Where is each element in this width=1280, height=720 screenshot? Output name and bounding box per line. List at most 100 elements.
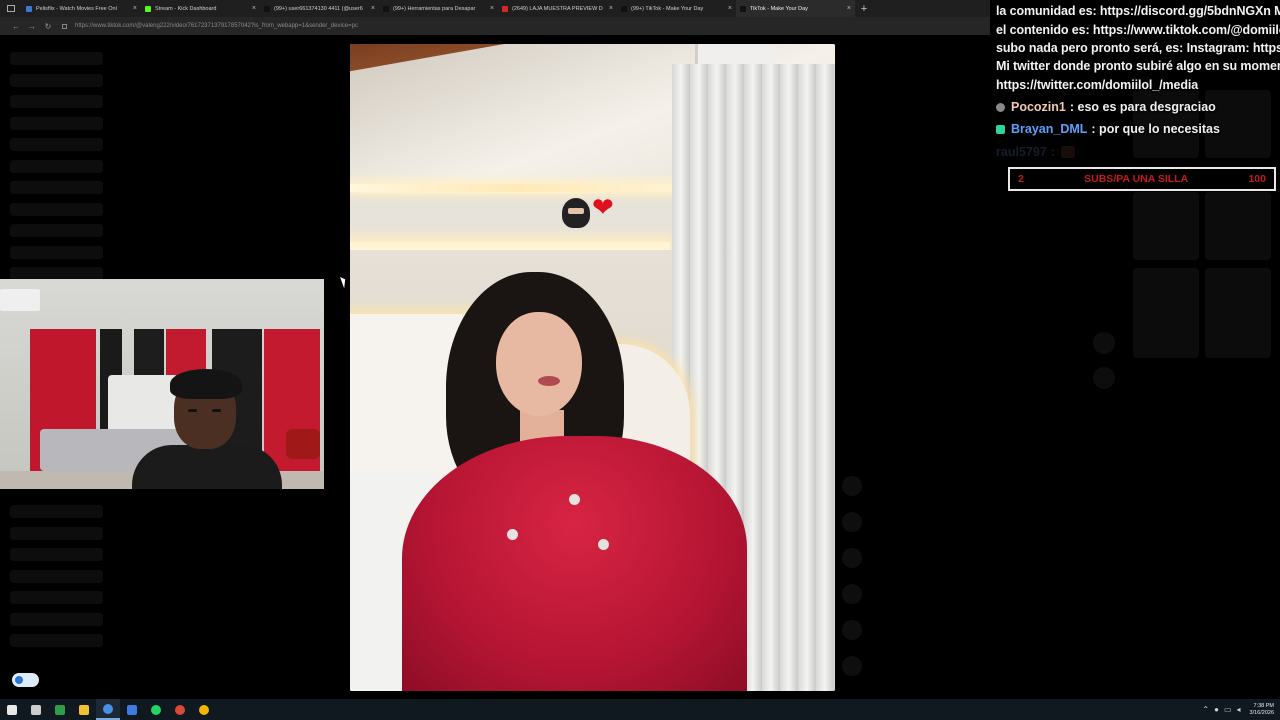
url-field[interactable]: https://www.tiktok.com/@valeng222/video/… — [62, 20, 990, 33]
skeleton-item — [10, 570, 103, 583]
chat-username[interactable]: Pocozin1 — [1011, 100, 1066, 114]
taskbar-file-explorer-icon[interactable] — [72, 699, 96, 720]
share-icon[interactable] — [842, 584, 862, 604]
browser-tab[interactable]: (99+) Herramientas para Desapar × — [379, 0, 498, 17]
address-bar-row: ← → ↻ https://www.tiktok.com/@valeng222/… — [0, 17, 990, 35]
chat-overlay: la comunidad es: https://discord.gg/5bdn… — [990, 0, 1280, 160]
browser-tab[interactable]: (99+) user661374130 4411 (@user6 × — [260, 0, 379, 17]
taskbar-windows-icon[interactable] — [0, 699, 24, 720]
tab-close-icon[interactable]: × — [728, 5, 732, 12]
chevron-up-icon[interactable]: ⌃ — [1202, 705, 1209, 714]
skeleton-avatar — [1093, 367, 1115, 389]
heart-emoji: ❤ — [592, 192, 614, 222]
bookmark-icon[interactable] — [842, 548, 862, 568]
skeleton-item — [10, 224, 103, 237]
tab-title: (99+) TikTok - Make Your Day — [631, 5, 704, 12]
reload-icon[interactable]: ↻ — [40, 22, 56, 31]
taskbar-search-icon[interactable] — [24, 699, 48, 720]
air-conditioner — [0, 289, 40, 311]
chat-username[interactable]: raul5797 — [996, 145, 1047, 159]
chat-username[interactable]: Brayan_DML — [1011, 122, 1087, 136]
more-icon[interactable] — [842, 656, 862, 676]
skeleton-item — [10, 246, 103, 259]
skeleton-item — [1205, 268, 1271, 358]
skeleton-item — [10, 203, 103, 216]
tab-favicon-icon — [26, 5, 32, 12]
chat-message: Brayan_DML : por que lo necesitas — [996, 122, 1220, 136]
like-icon[interactable] — [842, 476, 862, 496]
taskbar-media-icon[interactable] — [120, 699, 144, 720]
woman-lips — [538, 376, 560, 386]
tab-title: (99+) Herramientas para Desapar — [393, 5, 476, 12]
skeleton-item — [10, 74, 103, 87]
chat-text: : por que lo necesitas — [1091, 122, 1220, 136]
tab-title: Pelisflix - Watch Movies Free Onl — [36, 5, 117, 12]
skeleton-item — [10, 117, 103, 130]
skeleton-item — [10, 52, 103, 65]
tab-title: (2649) LAJA MUESTRA PREVIEW D — [512, 5, 603, 12]
skeleton-item — [10, 181, 103, 194]
skeleton-item — [10, 95, 103, 108]
taskbar-chrome-icon[interactable] — [96, 699, 120, 720]
skeleton-item — [1205, 192, 1271, 260]
music-icon[interactable] — [842, 620, 862, 640]
comment-icon[interactable] — [842, 512, 862, 532]
clock-date: 3/16/2026 — [1249, 709, 1274, 716]
tab-close-icon[interactable]: × — [252, 5, 256, 12]
chat-message: Pocozin1 : eso es para desgraciao — [996, 100, 1216, 114]
forward-icon[interactable]: → — [24, 22, 40, 31]
webcam-overlay — [0, 279, 324, 489]
back-icon[interactable]: ← — [8, 22, 24, 31]
tab-favicon-icon — [502, 5, 508, 12]
tab-close-icon[interactable]: × — [847, 5, 851, 12]
tab-close-icon[interactable]: × — [371, 5, 375, 12]
goal-target: 100 — [1248, 173, 1266, 185]
tab-close-icon[interactable]: × — [490, 5, 494, 12]
browser-tab[interactable]: Stream - Kick Dashboard × — [141, 0, 260, 17]
tab-actions-icon[interactable] — [0, 0, 22, 17]
browser-tab[interactable]: Pelisflix - Watch Movies Free Onl × — [22, 0, 141, 17]
screen: Pelisflix - Watch Movies Free Onl × Stream… — [0, 0, 1280, 720]
extension-toggle[interactable] — [12, 673, 39, 687]
clock-time: 7:38 PM — [1253, 702, 1274, 709]
streamer — [132, 369, 282, 489]
jacket-button — [598, 539, 609, 550]
toggle-knob-icon — [15, 676, 23, 684]
ninja-emoji — [562, 198, 590, 228]
clock[interactable]: 7:38 PM 3/16/2026 — [1250, 703, 1274, 717]
tab-favicon-icon — [740, 5, 746, 12]
browser-tab[interactable]: TikTok - Make Your Day × — [736, 0, 855, 17]
skeleton-item — [10, 138, 103, 151]
tiktok-video[interactable]: ❤ — [350, 44, 835, 691]
url-text: https://www.tiktok.com/@valeng222/video/… — [75, 23, 358, 29]
skeleton-item — [1133, 192, 1199, 260]
skeleton-item — [10, 591, 103, 604]
browser-tab[interactable]: (2649) LAJA MUESTRA PREVIEW D × — [498, 0, 617, 17]
tab-title: (99+) user661374130 4411 (@user6 — [274, 5, 363, 12]
tab-title: TikTok - Make Your Day — [750, 5, 808, 12]
taskbar-terminal-icon[interactable] — [48, 699, 72, 720]
browser-tab[interactable]: (99+) TikTok - Make Your Day × — [617, 0, 736, 17]
skeleton-item — [10, 505, 103, 518]
tab-close-icon[interactable]: × — [609, 5, 613, 12]
speaker-icon[interactable]: ◂ — [1237, 705, 1241, 714]
tab-favicon-icon — [383, 5, 389, 12]
taskbar-chrome-2-icon[interactable] — [192, 699, 216, 720]
skeleton-item — [10, 613, 103, 626]
chat-info-line: el contenido es: https://www.tiktok.com/… — [996, 23, 1280, 37]
chat-info-line: la comunidad es: https://discord.gg/5bdn… — [996, 4, 1280, 18]
tab-favicon-icon — [621, 5, 627, 12]
chat-text: : — [1050, 145, 1055, 159]
network-icon[interactable]: ▭ — [1224, 705, 1232, 714]
tab-close-icon[interactable]: × — [133, 5, 137, 12]
jacket-button — [507, 529, 518, 540]
taskbar-spotify-icon[interactable] — [144, 699, 168, 720]
chat-badge-icon — [996, 124, 1005, 134]
system-tray: ⌃ ● ▭ ◂ 7:38 PM 3/16/2026 — [1202, 699, 1274, 720]
microphone-icon[interactable]: ● — [1214, 705, 1219, 714]
new-tab-button[interactable]: + — [855, 3, 873, 15]
taskbar-app-red-icon[interactable] — [168, 699, 192, 720]
site-info-icon[interactable] — [62, 23, 67, 29]
chat-info-line: https://twitter.com/domiilol_/media — [996, 78, 1199, 92]
skeleton-item — [10, 634, 103, 647]
